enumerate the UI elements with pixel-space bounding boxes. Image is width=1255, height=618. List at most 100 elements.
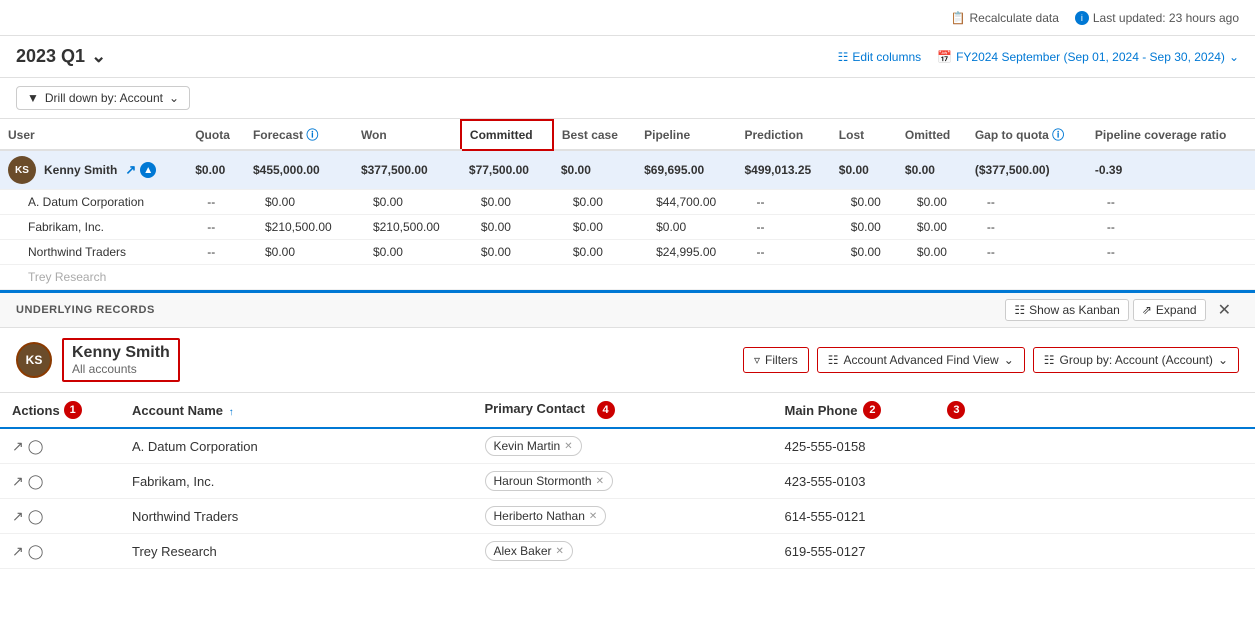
close-button[interactable]: ✕ bbox=[1210, 297, 1239, 323]
remove-contact-icon[interactable]: ✕ bbox=[556, 546, 564, 557]
col-actions: Actions 1 bbox=[0, 393, 120, 428]
badge-1: 1 bbox=[64, 401, 82, 419]
drill-bar: ▼ Drill down by: Account ⌄ bbox=[0, 78, 1255, 119]
open-record-icon[interactable]: ↗ bbox=[12, 438, 24, 455]
account-name-cell: A. Datum Corporation bbox=[120, 428, 473, 464]
col-lost: Lost bbox=[831, 120, 897, 150]
prediction: -- bbox=[736, 240, 830, 265]
table-row: A. Datum Corporation -- $0.00 $0.00 $0.0… bbox=[0, 190, 1255, 215]
period-title-text: 2023 Q1 bbox=[16, 46, 85, 67]
col-quota: Quota bbox=[187, 120, 245, 150]
table-row: Northwind Traders -- $0.00 $0.00 $0.00 $… bbox=[0, 240, 1255, 265]
chevron-down-afv: ⌄ bbox=[1004, 353, 1014, 367]
best-case-val: $0.00 bbox=[553, 150, 636, 190]
action-cell: ↗ ◯ bbox=[0, 464, 120, 499]
phone-cell: 614-555-0121 bbox=[773, 499, 1255, 534]
won-val: $377,500.00 bbox=[353, 150, 461, 190]
more-options-icon[interactable]: ◯ bbox=[28, 508, 44, 525]
underlying-header-actions: ☷ Show as Kanban ⇗ Expand ✕ bbox=[1005, 297, 1239, 323]
account-name: Fabrikam, Inc. bbox=[0, 215, 187, 240]
remove-contact-icon[interactable]: ✕ bbox=[589, 511, 597, 522]
filters-button[interactable]: ▿ Filters bbox=[743, 347, 809, 373]
show-kanban-label: Show as Kanban bbox=[1029, 303, 1120, 317]
share-icon[interactable]: ↗ bbox=[125, 162, 136, 178]
col-prediction: Prediction bbox=[736, 120, 830, 150]
ratio bbox=[1087, 265, 1255, 290]
more-options-icon[interactable]: ◯ bbox=[28, 473, 44, 490]
action-icons: ↗ ◯ bbox=[12, 508, 108, 525]
list-item: ↗ ◯ A. Datum Corporation Kevin Martin ✕ … bbox=[0, 428, 1255, 464]
account-name-cell: Northwind Traders bbox=[120, 499, 473, 534]
more-options-icon[interactable]: ◯ bbox=[28, 438, 44, 455]
sort-icon[interactable]: ↑ bbox=[229, 407, 234, 418]
phone-cell: 619-555-0127 bbox=[773, 534, 1255, 569]
open-record-icon[interactable]: ↗ bbox=[12, 473, 24, 490]
contact-cell: Heriberto Nathan ✕ bbox=[473, 499, 773, 534]
ks-right: ▿ Filters ☷ Account Advanced Find View ⌄… bbox=[743, 347, 1239, 373]
contact-cell: Kevin Martin ✕ bbox=[473, 428, 773, 464]
prediction: -- bbox=[736, 215, 830, 240]
group-label: Group by: Account (Account) bbox=[1060, 353, 1213, 367]
afv-label: Account Advanced Find View bbox=[843, 353, 998, 367]
contact-name: Haroun Stormonth bbox=[494, 474, 592, 488]
afv-button[interactable]: ☷ Account Advanced Find View ⌄ bbox=[817, 347, 1025, 373]
table-row: Trey Research bbox=[0, 265, 1255, 290]
fy-selector[interactable]: 📅 FY2024 September (Sep 01, 2024 - Sep 3… bbox=[937, 50, 1239, 64]
user-name: Kenny Smith bbox=[44, 163, 117, 177]
quota bbox=[187, 265, 245, 290]
col-omitted: Omitted bbox=[897, 120, 967, 150]
more-options-icon[interactable]: ◯ bbox=[28, 543, 44, 560]
show-kanban-button[interactable]: ☷ Show as Kanban bbox=[1005, 299, 1129, 321]
ks-left: KS Kenny Smith All accounts bbox=[16, 338, 180, 382]
ks-sub: All accounts bbox=[72, 362, 170, 376]
remove-contact-icon[interactable]: ✕ bbox=[596, 476, 604, 487]
pipeline: $0.00 bbox=[636, 215, 736, 240]
drill-down-button[interactable]: ▼ Drill down by: Account ⌄ bbox=[16, 86, 190, 110]
won: $210,500.00 bbox=[353, 215, 461, 240]
gap: -- bbox=[967, 215, 1087, 240]
omitted: $0.00 bbox=[897, 215, 967, 240]
edit-columns-label: Edit columns bbox=[852, 50, 921, 64]
best-case: $0.00 bbox=[553, 190, 636, 215]
action-icons: ↗ ◯ bbox=[12, 543, 108, 560]
filters-label: Filters bbox=[765, 353, 798, 367]
group-by-button[interactable]: ☷ Group by: Account (Account) ⌄ bbox=[1033, 347, 1239, 373]
ks-avatar: KS bbox=[16, 342, 52, 378]
won: $0.00 bbox=[353, 190, 461, 215]
contact-tag: Kevin Martin ✕ bbox=[485, 436, 582, 456]
won bbox=[353, 265, 461, 290]
period-selector[interactable]: 2023 Q1 ⌄ bbox=[16, 46, 106, 67]
ks-info: Kenny Smith All accounts bbox=[62, 338, 180, 382]
account-name-cell: Fabrikam, Inc. bbox=[120, 464, 473, 499]
omitted-val: $0.00 bbox=[897, 150, 967, 190]
primary-contact-header: Primary Contact bbox=[485, 401, 585, 416]
ratio: -- bbox=[1087, 190, 1255, 215]
open-record-icon[interactable]: ↗ bbox=[12, 508, 24, 525]
committed: $0.00 bbox=[461, 215, 553, 240]
action-icons: ↗ ◯ bbox=[12, 438, 108, 455]
prediction-val: $499,013.25 bbox=[736, 150, 830, 190]
committed: $0.00 bbox=[461, 190, 553, 215]
account-name: Northwind Traders bbox=[0, 240, 187, 265]
expand-row-icon[interactable]: ▲ bbox=[140, 162, 156, 178]
recalculate-label: Recalculate data bbox=[969, 11, 1058, 25]
forecast: $0.00 bbox=[245, 240, 353, 265]
edit-columns-button[interactable]: ☷ Edit columns bbox=[838, 50, 921, 64]
top-bar-right: 📋 Recalculate data i Last updated: 23 ho… bbox=[951, 11, 1239, 25]
expand-button[interactable]: ⇗ Expand bbox=[1133, 299, 1206, 321]
committed bbox=[461, 265, 553, 290]
remove-contact-icon[interactable]: ✕ bbox=[564, 441, 572, 452]
open-record-icon[interactable]: ↗ bbox=[12, 543, 24, 560]
account-name: Trey Research bbox=[0, 265, 187, 290]
main-phone-header: Main Phone bbox=[785, 403, 858, 418]
list-item: ↗ ◯ Trey Research Alex Baker ✕ 619-555-0… bbox=[0, 534, 1255, 569]
table-row: KS Kenny Smith ↗ ▲ $0.00 $455,000.00 $37… bbox=[0, 150, 1255, 190]
badge-4: 4 bbox=[597, 401, 615, 419]
contact-name: Kevin Martin bbox=[494, 439, 561, 453]
forecast: $210,500.00 bbox=[245, 215, 353, 240]
col-user: User bbox=[0, 120, 187, 150]
pipeline: $24,995.00 bbox=[636, 240, 736, 265]
action-cell: ↗ ◯ bbox=[0, 428, 120, 464]
list-item: ↗ ◯ Northwind Traders Heriberto Nathan ✕… bbox=[0, 499, 1255, 534]
recalculate-button[interactable]: 📋 Recalculate data bbox=[951, 11, 1059, 25]
